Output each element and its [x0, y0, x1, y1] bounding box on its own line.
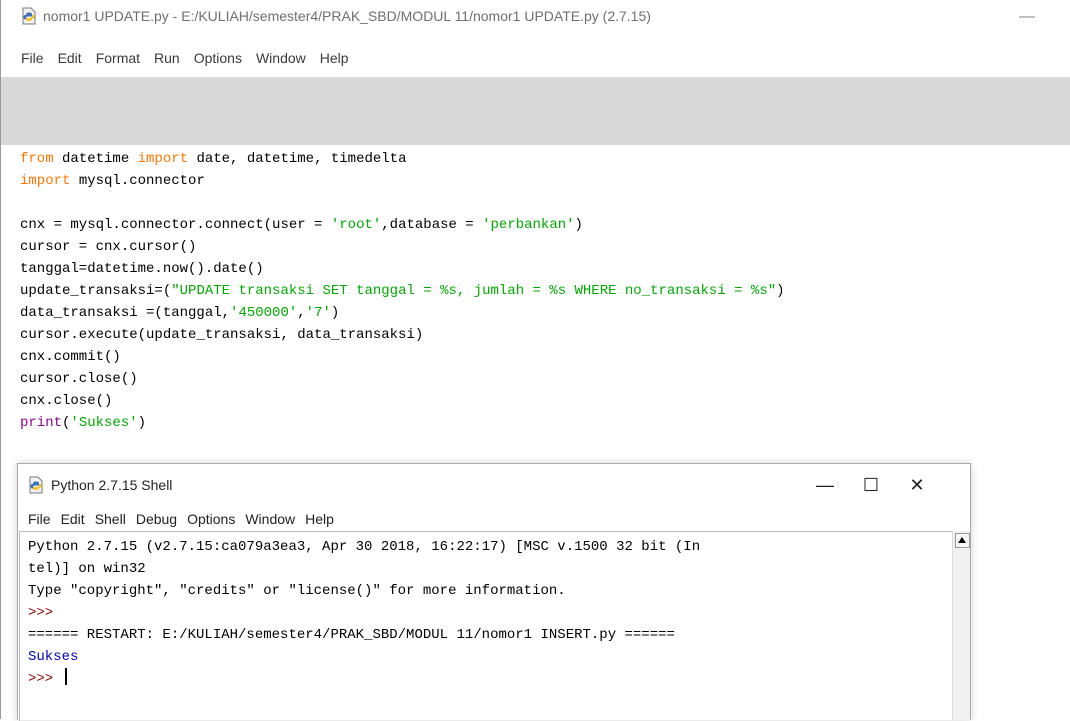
minimize-button[interactable]: —: [802, 468, 848, 502]
code-line: print('Sukses'): [20, 415, 147, 431]
code-line: cnx.commit(): [20, 349, 121, 365]
menu-window[interactable]: Window: [240, 506, 300, 532]
menu-file[interactable]: File: [18, 506, 56, 532]
string-literal: 'Sukses': [70, 415, 138, 431]
menu-edit[interactable]: Edit: [56, 506, 90, 532]
code-line: cnx = mysql.connector.connect(user = 'ro…: [20, 217, 583, 233]
code-line: update_transaksi=("UPDATE transaksi SET …: [20, 283, 785, 299]
code-editor[interactable]: from datetime import date, datetime, tim…: [20, 148, 785, 434]
maximize-button[interactable]: ☐: [848, 468, 894, 502]
editor-titlebar: nomor1 UPDATE.py - E:/KULIAH/semester4/P…: [0, 0, 1070, 34]
menu-window[interactable]: Window: [249, 44, 313, 72]
code-line: data_transaksi =(tanggal,'450000','7'): [20, 305, 340, 321]
python-file-icon: [22, 7, 36, 25]
code-line: from datetime import date, datetime, tim…: [20, 151, 407, 167]
menu-help[interactable]: Help: [313, 44, 356, 72]
vertical-scrollbar[interactable]: [952, 531, 970, 720]
menu-edit[interactable]: Edit: [51, 44, 89, 72]
menu-format[interactable]: Format: [89, 44, 147, 72]
code-line: import mysql.connector: [20, 173, 205, 189]
menu-options[interactable]: Options: [182, 506, 240, 532]
python-file-icon: [29, 476, 43, 494]
editor-menubar: File Edit Format Run Options Window Help: [1, 44, 1070, 72]
shell-prompt: >>>: [28, 671, 62, 687]
menu-help[interactable]: Help: [300, 506, 339, 532]
menu-file[interactable]: File: [1, 44, 51, 72]
shell-menubar: File Edit Shell Debug Options Window Help: [18, 506, 970, 532]
code-line: cursor.close(): [20, 371, 138, 387]
shell-line: tel)] on win32: [28, 561, 146, 577]
window-title: nomor1 UPDATE.py - E:/KULIAH/semester4/P…: [43, 8, 651, 24]
shell-window-title: Python 2.7.15 Shell: [51, 477, 173, 493]
restart-line: ====== RESTART: E:/KULIAH/semester4/PRAK…: [28, 627, 675, 643]
keyword-from: from: [20, 151, 54, 167]
keyword-import: import: [137, 151, 189, 167]
string-literal: 'root': [330, 217, 382, 233]
builtin-print: print: [20, 415, 63, 431]
string-literal: 'perbankan': [482, 217, 575, 233]
shell-output: Python 2.7.15 (v2.7.15:ca079a3ea3, Apr 3…: [28, 536, 700, 690]
program-output: Sukses: [28, 649, 79, 665]
menu-run[interactable]: Run: [147, 44, 187, 72]
shell-text-area[interactable]: Python 2.7.15 (v2.7.15:ca079a3ea3, Apr 3…: [19, 531, 952, 721]
python-shell-window: Python 2.7.15 Shell — ☐ ✕ File Edit Shell D…: [17, 463, 971, 721]
string-literal: '450000': [230, 305, 298, 321]
shell-line: Type "copyright", "credits" or "license(…: [28, 583, 566, 599]
menu-options[interactable]: Options: [187, 44, 249, 72]
shell-titlebar: Python 2.7.15 Shell — ☐ ✕: [18, 464, 970, 504]
menu-debug[interactable]: Debug: [131, 506, 182, 532]
menu-shell[interactable]: Shell: [90, 506, 131, 532]
string-literal: '7': [305, 305, 331, 321]
close-button[interactable]: ✕: [894, 468, 940, 502]
string-literal: "UPDATE transaksi SET tanggal = %s, juml…: [171, 283, 777, 299]
keyword-import: import: [20, 173, 71, 189]
scroll-up-arrow-icon[interactable]: [955, 533, 970, 548]
text-cursor: [64, 668, 67, 685]
code-line: cursor = cnx.cursor(): [20, 239, 197, 255]
shell-prompt: >>>: [28, 605, 62, 621]
code-line: tanggal=datetime.now().date(): [20, 261, 264, 277]
minimize-button[interactable]: —: [1004, 2, 1050, 32]
code-line: cursor.execute(update_transaksi, data_tr…: [20, 327, 424, 343]
code-line: cnx.close(): [20, 393, 113, 409]
shell-line: Python 2.7.15 (v2.7.15:ca079a3ea3, Apr 3…: [28, 539, 701, 555]
editor-toolbar-area: [1, 77, 1070, 145]
